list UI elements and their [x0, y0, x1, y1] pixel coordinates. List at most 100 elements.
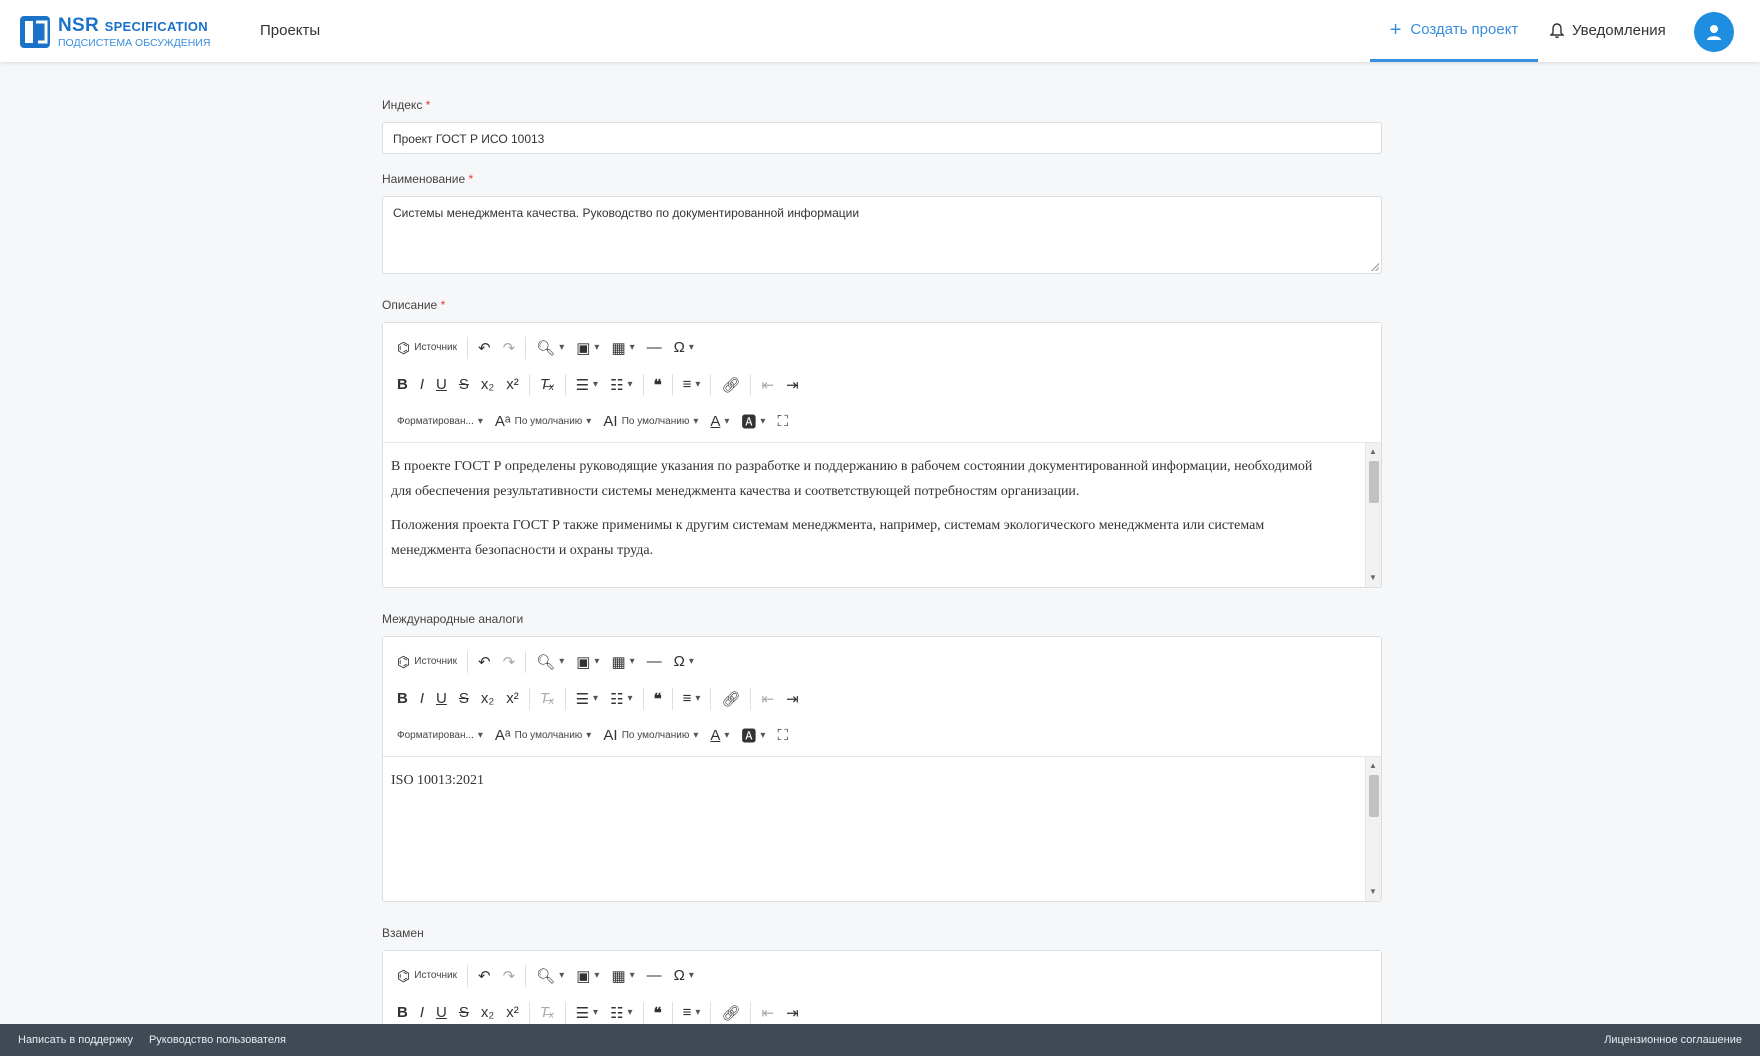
strikethrough-button[interactable]: S — [453, 684, 475, 714]
find-button[interactable]: 🔍︎ ▾ — [530, 647, 570, 677]
font-size-dropdown[interactable]: AI По умолчанию ▾ — [597, 407, 704, 437]
editor-scrollbar[interactable]: ▲ ▼ — [1365, 757, 1381, 901]
blockquote-button[interactable]: ❝ — [648, 684, 668, 714]
user-guide-link[interactable]: Руководство пользователя — [149, 1034, 286, 1046]
italic-button[interactable]: I — [414, 370, 430, 400]
italic-button[interactable]: I — [414, 998, 430, 1028]
outdent-button[interactable]: ⇤ — [755, 370, 780, 400]
app-logo[interactable]: NSR SPECIFICATION ПОДСИСТЕМА ОБСУЖДЕНИЯ — [18, 12, 218, 52]
media-button[interactable]: ▣ ▾ — [570, 647, 605, 677]
replaces-editor: ⌬ Источник ↶ ↷ 🔍︎ ▾ ▣ ▾ ▦ ▾ — Ω ▾ B I U S x₂… — [382, 950, 1382, 1035]
scroll-up-icon[interactable]: ▲ — [1369, 759, 1377, 773]
table-button[interactable]: ▦ ▾ — [605, 333, 640, 363]
bulleted-list-button[interactable]: ☰ ▾ — [570, 998, 604, 1028]
blockquote-button[interactable]: ❝ — [648, 370, 668, 400]
table-button[interactable]: ▦ ▾ — [605, 961, 640, 991]
special-char-button[interactable]: Ω ▾ — [668, 647, 700, 677]
scroll-thumb[interactable] — [1369, 775, 1379, 817]
table-button[interactable]: ▦ ▾ — [605, 647, 640, 677]
name-textarea[interactable]: Системы менеджмента качества. Руководств… — [382, 196, 1382, 274]
strikethrough-button[interactable]: S — [453, 370, 475, 400]
underline-button[interactable]: U — [430, 684, 453, 714]
support-link[interactable]: Написать в поддержку — [18, 1034, 133, 1046]
align-button[interactable]: ≡ ▾ — [677, 684, 707, 714]
analogs-content[interactable]: ISO 10013:2021 ▲ ▼ — [383, 757, 1381, 901]
horizontal-line-button[interactable]: — — [641, 333, 668, 363]
scroll-up-icon[interactable]: ▲ — [1369, 445, 1377, 459]
font-color-button[interactable]: A ▾ — [704, 407, 735, 437]
remove-format-button[interactable]: T̶ₓ — [534, 998, 561, 1028]
undo-button[interactable]: ↶ — [472, 647, 497, 677]
undo-button[interactable]: ↶ — [472, 961, 497, 991]
align-button[interactable]: ≡ ▾ — [677, 998, 707, 1028]
scroll-thumb[interactable] — [1369, 461, 1379, 503]
underline-button[interactable]: U — [430, 998, 453, 1028]
font-family-dropdown[interactable]: Aᵃ По умолчанию ▾ — [489, 407, 597, 437]
horizontal-line-button[interactable]: — — [641, 647, 668, 677]
subscript-button[interactable]: x₂ — [475, 684, 500, 714]
horizontal-line-button[interactable]: — — [641, 961, 668, 991]
underline-button[interactable]: U — [430, 370, 453, 400]
outdent-button[interactable]: ⇤ — [755, 684, 780, 714]
numbered-list-button[interactable]: ☷ ▾ — [604, 684, 638, 714]
outdent-button[interactable]: ⇤ — [755, 998, 780, 1028]
blockquote-button[interactable]: ❝ — [648, 998, 668, 1028]
format-dropdown[interactable]: Форматирован... ▾ — [391, 721, 489, 751]
numbered-list-button[interactable]: ☷ ▾ — [604, 998, 638, 1028]
redo-button[interactable]: ↷ — [497, 333, 522, 363]
indent-button[interactable]: ⇥ — [780, 370, 805, 400]
special-char-button[interactable]: Ω ▾ — [668, 961, 700, 991]
index-input[interactable]: Проект ГОСТ Р ИСО 10013 — [382, 122, 1382, 154]
link-button[interactable]: 🔗︎ — [715, 998, 746, 1028]
align-button[interactable]: ≡ ▾ — [677, 370, 707, 400]
media-button[interactable]: ▣ ▾ — [570, 333, 605, 363]
source-button[interactable]: ⌬ Источник — [391, 333, 463, 363]
source-button[interactable]: ⌬ Источник — [391, 647, 463, 677]
bold-button[interactable]: B — [391, 998, 414, 1028]
superscript-button[interactable]: x² — [500, 370, 525, 400]
italic-button[interactable]: I — [414, 684, 430, 714]
license-link[interactable]: Лицензионное соглашение — [1604, 1034, 1742, 1046]
format-dropdown[interactable]: Форматирован... ▾ — [391, 407, 489, 437]
font-family-dropdown[interactable]: Aᵃ По умолчанию ▾ — [489, 721, 597, 751]
font-size-dropdown[interactable]: AI По умолчанию ▾ — [597, 721, 704, 751]
redo-button[interactable]: ↷ — [497, 647, 522, 677]
fullscreen-button[interactable]: ⛶ — [771, 407, 794, 437]
find-button[interactable]: 🔍︎ ▾ — [530, 333, 570, 363]
link-button[interactable]: 🔗︎ — [715, 684, 746, 714]
notifications-button[interactable]: Уведомления — [1550, 22, 1666, 39]
bulleted-list-button[interactable]: ☰ ▾ — [570, 684, 604, 714]
scroll-down-icon[interactable]: ▼ — [1369, 885, 1377, 899]
indent-button[interactable]: ⇥ — [780, 998, 805, 1028]
subscript-button[interactable]: x₂ — [475, 998, 500, 1028]
remove-format-button[interactable]: T̶ₓ — [534, 684, 561, 714]
create-project-button[interactable]: + Создать проект — [1370, 0, 1538, 62]
special-char-button[interactable]: Ω ▾ — [668, 333, 700, 363]
superscript-button[interactable]: x² — [500, 684, 525, 714]
highlight-button[interactable]: 🅰︎ ▾ — [735, 407, 771, 437]
indent-button[interactable]: ⇥ — [780, 684, 805, 714]
subscript-button[interactable]: x₂ — [475, 370, 500, 400]
bulleted-list-button[interactable]: ☰ ▾ — [570, 370, 604, 400]
font-color-button[interactable]: A ▾ — [704, 721, 735, 751]
scroll-down-icon[interactable]: ▼ — [1369, 571, 1377, 585]
find-button[interactable]: 🔍︎ ▾ — [530, 961, 570, 991]
remove-format-button[interactable]: T̶ₓ — [534, 370, 561, 400]
user-avatar[interactable] — [1694, 12, 1734, 52]
resize-handle-icon[interactable] — [1371, 263, 1379, 271]
fullscreen-button[interactable]: ⛶ — [771, 721, 794, 751]
redo-button[interactable]: ↷ — [497, 961, 522, 991]
bold-button[interactable]: B — [391, 684, 414, 714]
nav-projects[interactable]: Проекты — [260, 22, 320, 39]
numbered-list-button[interactable]: ☷ ▾ — [604, 370, 638, 400]
description-content[interactable]: В проекте ГОСТ Р определены руководящие … — [383, 443, 1381, 587]
undo-button[interactable]: ↶ — [472, 333, 497, 363]
link-button[interactable]: 🔗︎ — [715, 370, 746, 400]
media-button[interactable]: ▣ ▾ — [570, 961, 605, 991]
superscript-button[interactable]: x² — [500, 998, 525, 1028]
bold-button[interactable]: B — [391, 370, 414, 400]
source-button[interactable]: ⌬ Источник — [391, 961, 463, 991]
highlight-button[interactable]: 🅰︎ ▾ — [735, 721, 771, 751]
editor-scrollbar[interactable]: ▲ ▼ — [1365, 443, 1381, 587]
strikethrough-button[interactable]: S — [453, 998, 475, 1028]
